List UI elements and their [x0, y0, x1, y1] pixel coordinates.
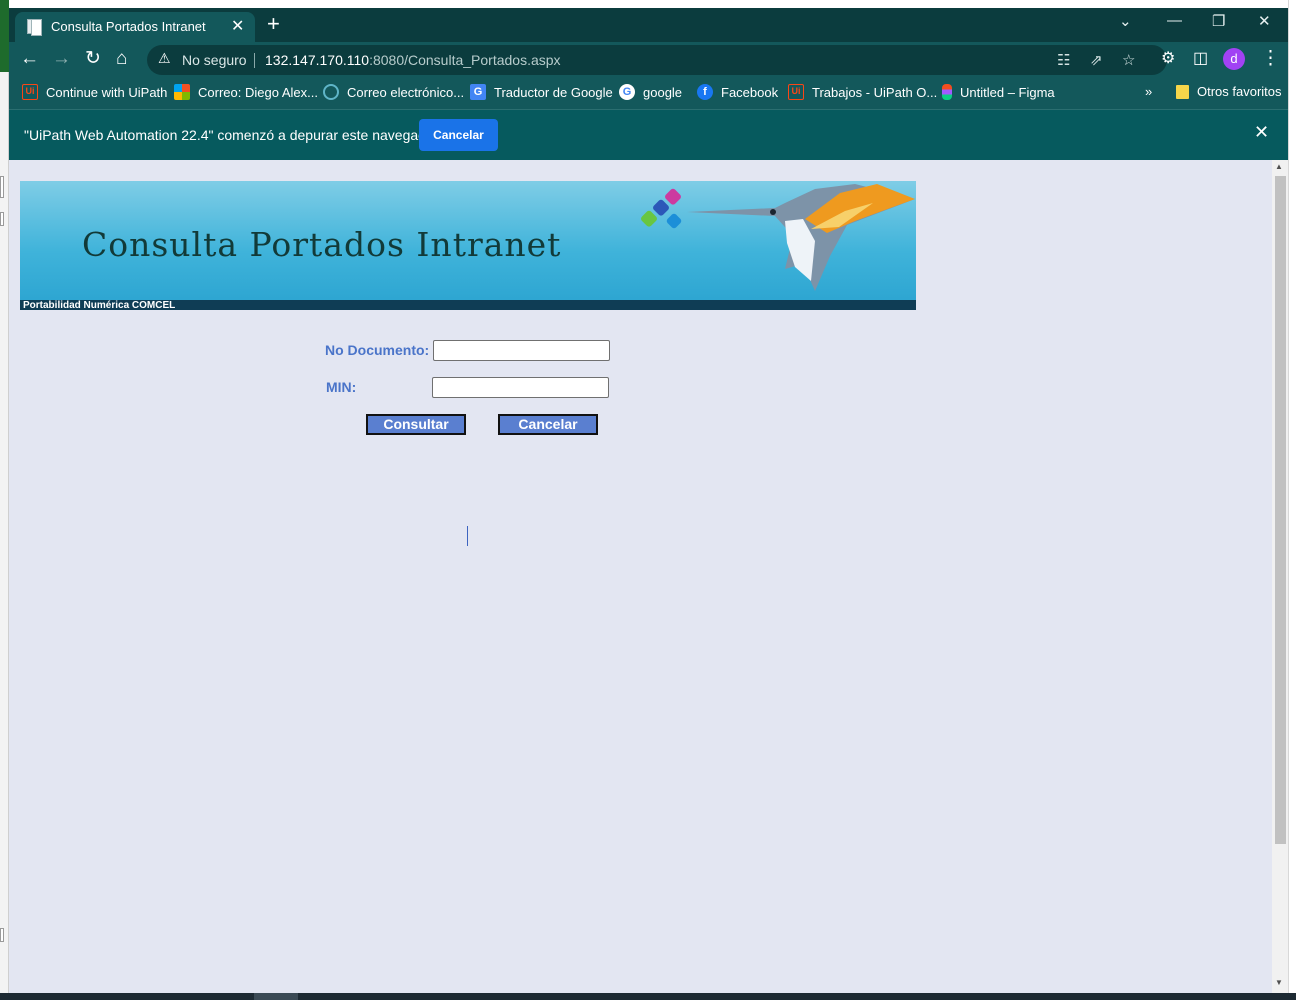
- uipath-icon: Ui: [22, 84, 38, 100]
- bookmark-item[interactable]: G Traductor de Google: [470, 84, 613, 100]
- close-tab-icon[interactable]: ✕: [231, 16, 244, 36]
- bookmark-label: Continue with UiPath: [46, 84, 168, 100]
- tab-search-icon[interactable]: ⌄: [1119, 12, 1132, 30]
- header-banner: Consulta Portados Intranet Portabilidad …: [20, 181, 916, 310]
- browser-window: Consulta Portados Intranet ✕ + ⌄ — ❐ ✕ ←…: [9, 8, 1288, 993]
- google-icon: G: [619, 84, 635, 100]
- google-translate-icon: G: [470, 84, 486, 100]
- bookmarks-overflow-button[interactable]: »: [1145, 84, 1152, 99]
- translate-icon[interactable]: ☷: [1057, 51, 1070, 69]
- uipath-icon: Ui: [788, 84, 804, 100]
- scroll-down-icon[interactable]: ▼: [1275, 978, 1283, 987]
- other-bookmarks[interactable]: Otros favoritos: [1176, 84, 1282, 99]
- page-scrollbar[interactable]: ▲ ▼: [1272, 160, 1288, 993]
- bookmark-label: Untitled – Figma: [960, 84, 1055, 100]
- bookmark-item[interactable]: Ggoogle: [619, 84, 682, 100]
- bookmark-label: Facebook: [721, 84, 779, 100]
- desktop-edge-left: [0, 0, 9, 1000]
- infobar-cancel-button[interactable]: Cancelar: [419, 119, 498, 151]
- url-text[interactable]: 132.147.170.110:8080/Consulta_Portados.a…: [265, 52, 561, 68]
- taskbar-item[interactable]: [254, 993, 298, 1000]
- security-status[interactable]: No seguro: [182, 52, 247, 68]
- tab-consulta-portados[interactable]: Consulta Portados Intranet ✕: [15, 12, 255, 42]
- debugging-infobar: "UiPath Web Automation 22.4" comenzó a d…: [9, 110, 1288, 160]
- reload-icon[interactable]: ↻: [85, 48, 101, 70]
- minimize-icon[interactable]: —: [1167, 12, 1182, 29]
- extensions-icon[interactable]: ⚙: [1161, 48, 1175, 70]
- microsoft-icon: [174, 84, 190, 100]
- desktop-marker: [0, 928, 4, 942]
- page-icon: [27, 19, 42, 36]
- text-cursor: [467, 526, 468, 546]
- mail-icon: [323, 84, 339, 100]
- scroll-up-icon[interactable]: ▲: [1275, 162, 1283, 171]
- restore-icon[interactable]: ❐: [1212, 12, 1225, 30]
- consultar-button[interactable]: Consultar: [366, 414, 466, 435]
- desktop-marker: [0, 176, 4, 198]
- doc-number-input[interactable]: [433, 340, 610, 361]
- browser-toolbar: ← → ↻ ⌂ ⚠ No seguro 132.147.170.110:8080…: [9, 42, 1288, 78]
- infobar-message: "UiPath Web Automation 22.4" comenzó a d…: [24, 127, 439, 143]
- bookmark-item[interactable]: Correo: Diego Alex...: [174, 84, 318, 100]
- banner-title: Consulta Portados Intranet: [82, 225, 562, 264]
- desktop-marker: [0, 212, 4, 226]
- bookmark-item[interactable]: Correo electrónico...: [323, 84, 464, 100]
- close-window-icon[interactable]: ✕: [1258, 12, 1271, 30]
- bookmark-label: Trabajos - UiPath O...: [812, 84, 938, 100]
- chevron-double-right-icon: »: [1145, 84, 1153, 99]
- profile-avatar[interactable]: d: [1223, 48, 1245, 70]
- desktop-green-strip: [0, 0, 9, 72]
- forward-icon[interactable]: →: [52, 48, 71, 70]
- bookmark-label: Correo: Diego Alex...: [198, 84, 318, 100]
- scrollbar-thumb[interactable]: [1275, 176, 1286, 844]
- hummingbird-logo: [641, 184, 915, 291]
- home-icon[interactable]: ⌂: [116, 48, 127, 70]
- url-host: 132.147.170.110: [265, 52, 370, 68]
- banner-subtitle: Portabilidad Numérica COMCEL: [23, 300, 176, 310]
- bookmark-label: Traductor de Google: [494, 84, 613, 100]
- share-icon[interactable]: ⇗: [1090, 51, 1103, 69]
- cancelar-button[interactable]: Cancelar: [498, 414, 598, 435]
- bookmark-item[interactable]: Untitled – Figma: [942, 84, 1055, 100]
- address-separator: [254, 53, 255, 68]
- close-infobar-icon[interactable]: ✕: [1254, 122, 1269, 143]
- taskbar: [0, 993, 1296, 1000]
- warning-icon[interactable]: ⚠: [158, 50, 171, 67]
- bookmark-item[interactable]: Ui Trabajos - UiPath O...: [788, 84, 937, 100]
- bookmark-star-icon[interactable]: ☆: [1122, 51, 1135, 69]
- side-panel-icon[interactable]: ◫: [1193, 48, 1208, 70]
- tab-strip: Consulta Portados Intranet ✕ + ⌄ — ❐ ✕: [9, 8, 1288, 42]
- desktop-edge-right: [1288, 0, 1296, 1000]
- facebook-icon: f: [697, 84, 713, 100]
- bookmark-label: Correo electrónico...: [347, 84, 465, 100]
- bookmarks-bar: Ui Continue with UiPath Correo: Diego Ale…: [9, 78, 1288, 110]
- doc-number-label: No Documento:: [325, 342, 430, 358]
- folder-icon: [1176, 84, 1189, 99]
- other-bookmarks-label: Otros favoritos: [1197, 84, 1282, 99]
- figma-icon: [942, 84, 952, 100]
- address-bar[interactable]: ⚠ No seguro 132.147.170.110:8080/Consult…: [147, 45, 1167, 75]
- new-tab-button[interactable]: +: [267, 12, 280, 36]
- url-path: :8080/Consulta_Portados.aspx: [369, 52, 561, 68]
- min-input[interactable]: [432, 377, 609, 398]
- back-icon[interactable]: ←: [20, 48, 39, 70]
- min-label: MIN:: [326, 379, 357, 395]
- page-content: Consulta Portados Intranet Portabilidad …: [9, 160, 1288, 993]
- bookmark-label: google: [643, 84, 683, 100]
- bookmark-item[interactable]: f Facebook: [697, 84, 778, 100]
- tab-title: Consulta Portados Intranet: [51, 19, 206, 34]
- menu-icon[interactable]: ⋮: [1261, 48, 1280, 70]
- bookmark-item[interactable]: Ui Continue with UiPath: [22, 84, 167, 100]
